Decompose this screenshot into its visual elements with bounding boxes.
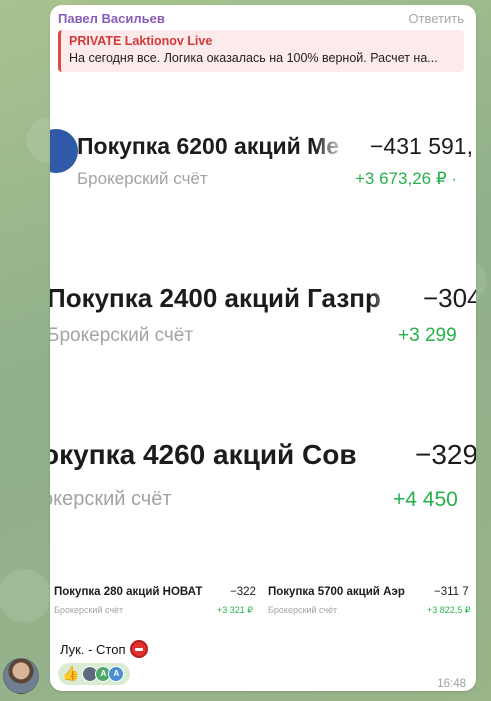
message-timestamp: 16:48 [437, 678, 466, 690]
reactor-avatar: A [108, 666, 125, 682]
transaction-amount: −311 7 [434, 586, 469, 598]
transaction-change: +4 450 [393, 488, 458, 511]
transaction-account: Брокерский счёт [77, 169, 208, 188]
transaction-account: Брокерский счёт [268, 605, 338, 615]
transaction-change: +3 299 [398, 325, 457, 346]
transaction-amount: −322 [230, 586, 256, 598]
message-bubble[interactable]: Павел Васильев Ответить PRIVATE Laktiono… [50, 5, 476, 691]
transaction-account: Брокерский счёт [50, 325, 194, 346]
quote-title: PRIVATE Laktionov Live [69, 34, 213, 48]
company-logo-icon [50, 129, 78, 173]
fade-overlay [200, 585, 225, 601]
transaction-account: Брокерский счёт [54, 605, 124, 615]
reply-button[interactable]: Ответить [408, 11, 464, 26]
fade-overlay [315, 131, 355, 161]
transaction-account: окерский счёт [50, 488, 172, 510]
caption-text: Лук. - Стоп [60, 641, 126, 657]
transaction-amount: −304 [423, 283, 476, 313]
sender-name[interactable]: Павел Васильев [58, 11, 165, 26]
transaction-title: Покупка 6200 акций Ме [77, 133, 340, 159]
fade-overlay [370, 281, 410, 315]
attached-screenshot[interactable]: Покупка 6200 акций Ме −431 591, Брокерск… [50, 85, 476, 641]
transaction-change: +3 822,5 ₽ [427, 605, 471, 615]
thumbs-up-icon: 👍 [62, 666, 80, 682]
transaction-amount: −431 591, [370, 133, 473, 159]
message-caption: Лук. - Стоп [60, 640, 148, 658]
quoted-message[interactable]: PRIVATE Laktionov Live На сегодня все. Л… [58, 30, 464, 72]
transaction-title: Покупка 280 акций НОВАТ [54, 586, 203, 598]
reaction-chip[interactable]: 👍 A A [58, 663, 131, 685]
transaction-title: окупка 4260 акций Сов [50, 439, 357, 470]
quote-text: На сегодня все. Логика оказалась на 100%… [69, 51, 438, 65]
fade-overlay [405, 585, 427, 601]
stop-sign-icon [129, 640, 148, 658]
transaction-change: +3 673,26 ₽ · [355, 169, 458, 188]
fade-overlay [360, 437, 400, 473]
transaction-amount: −329 [415, 439, 476, 470]
transaction-title: Покупка 5700 акций Аэр [268, 586, 405, 598]
transaction-title: Покупка 2400 акций Газпр [50, 283, 381, 313]
sender-avatar[interactable] [3, 658, 39, 694]
transaction-change: +3 321 ₽ [217, 605, 254, 615]
